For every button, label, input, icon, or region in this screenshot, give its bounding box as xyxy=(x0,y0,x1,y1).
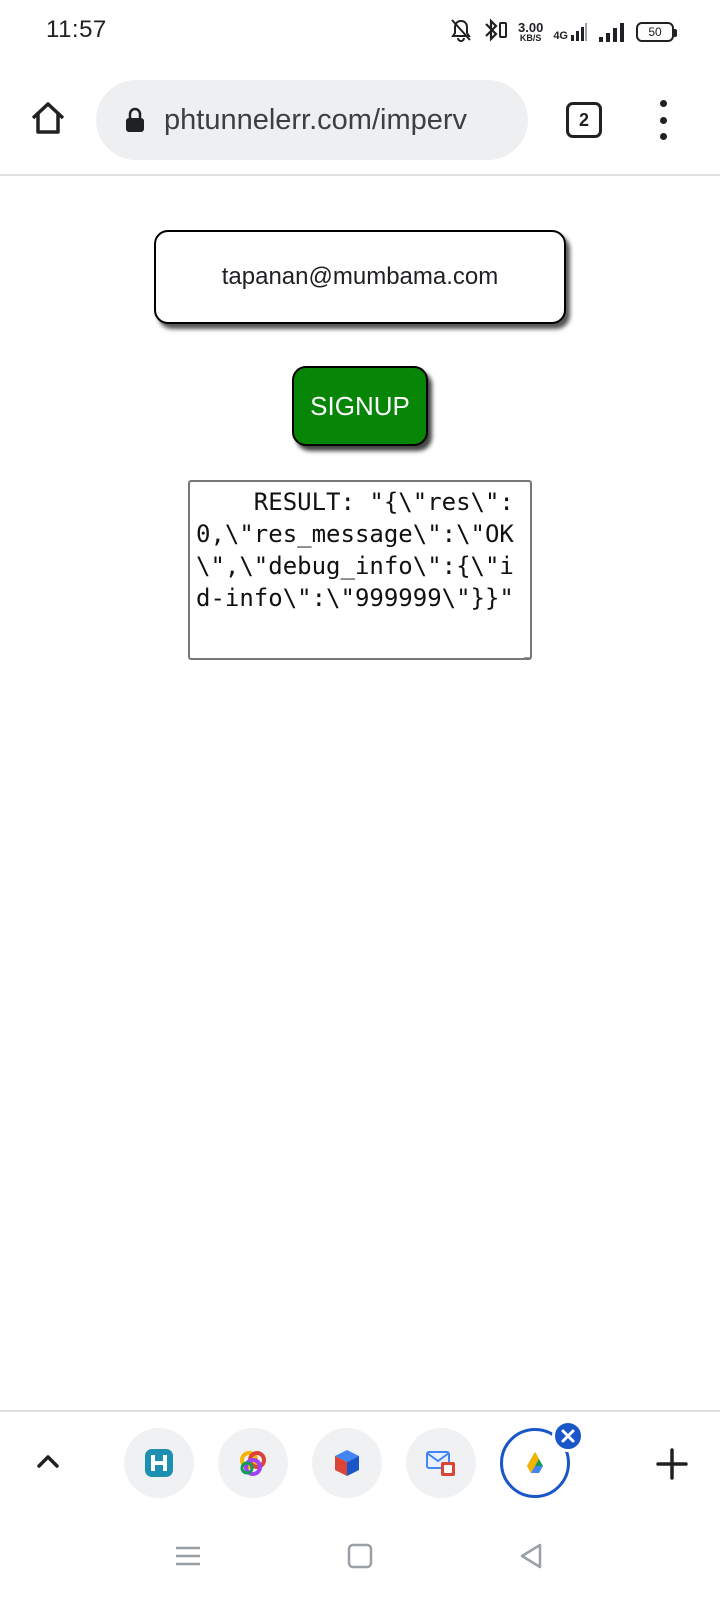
new-tab-plus-icon[interactable] xyxy=(656,1448,688,1480)
back-triangle-icon[interactable] xyxy=(516,1540,548,1572)
menu-dot xyxy=(659,100,667,107)
speed-unit: KB/S xyxy=(519,33,542,43)
web-content: SIGNUP RESULT: "{\"res\":0,\"res_message… xyxy=(0,178,720,1408)
tab-box-app[interactable] xyxy=(312,1428,382,1498)
address-bar[interactable]: phtunnelerr.com/imperv xyxy=(96,80,528,160)
network-type: 4G xyxy=(553,30,568,42)
tab-h-app[interactable] xyxy=(124,1428,194,1498)
bluetooth-icon xyxy=(482,17,508,47)
tab-colorful-app[interactable] xyxy=(218,1428,288,1498)
battery-level: 50 xyxy=(648,25,662,39)
home-button[interactable] xyxy=(24,94,72,142)
email-input[interactable] xyxy=(154,230,566,324)
h-app-icon xyxy=(145,1449,173,1477)
tab-mail-app[interactable] xyxy=(406,1428,476,1498)
mobile-signal-4g: 4G xyxy=(553,22,588,42)
status-bar: 11:57 3.00 KB/S 4G 50 xyxy=(0,0,720,64)
bottom-tab-strip xyxy=(0,1410,720,1512)
colorful-ring-app-icon xyxy=(240,1451,266,1476)
lock-icon xyxy=(126,107,144,132)
home-icon xyxy=(31,102,65,134)
status-time: 11:57 xyxy=(46,16,107,43)
result-textarea[interactable]: RESULT: "{\"res\":0,\"res_message\":\"OK… xyxy=(188,480,532,660)
signal-strength-icon xyxy=(599,23,624,42)
signal-bars-icon xyxy=(571,23,587,41)
overflow-menu-button[interactable] xyxy=(648,100,678,140)
menu-dot xyxy=(659,133,667,140)
close-tab-button[interactable] xyxy=(552,1420,584,1452)
mute-bell-icon xyxy=(450,18,472,47)
menu-dot xyxy=(659,116,667,124)
network-speed: 3.00 KB/S xyxy=(518,21,543,43)
recent-apps-menu-icon[interactable] xyxy=(172,1540,204,1572)
browser-toolbar: phtunnelerr.com/imperv 2 xyxy=(0,64,720,176)
close-icon xyxy=(561,1429,575,1443)
box-app-icon xyxy=(335,1450,359,1476)
chevron-up-icon[interactable] xyxy=(30,1444,66,1480)
signup-button[interactable]: SIGNUP xyxy=(292,366,428,446)
status-icons: 3.00 KB/S 4G 50 xyxy=(450,14,677,50)
tab-count: 2 xyxy=(578,109,589,130)
battery-icon: 50 xyxy=(636,22,677,42)
url-text: phtunnelerr.com/imperv xyxy=(164,103,468,136)
textarea-resize-handle[interactable] xyxy=(524,654,530,658)
tab-switcher-button[interactable]: 2 xyxy=(566,102,602,138)
mail-app-icon xyxy=(426,1451,455,1476)
system-navigation-bar xyxy=(0,1512,720,1600)
drive-triangle-app-icon xyxy=(527,1452,543,1473)
home-square-icon[interactable] xyxy=(344,1540,376,1572)
